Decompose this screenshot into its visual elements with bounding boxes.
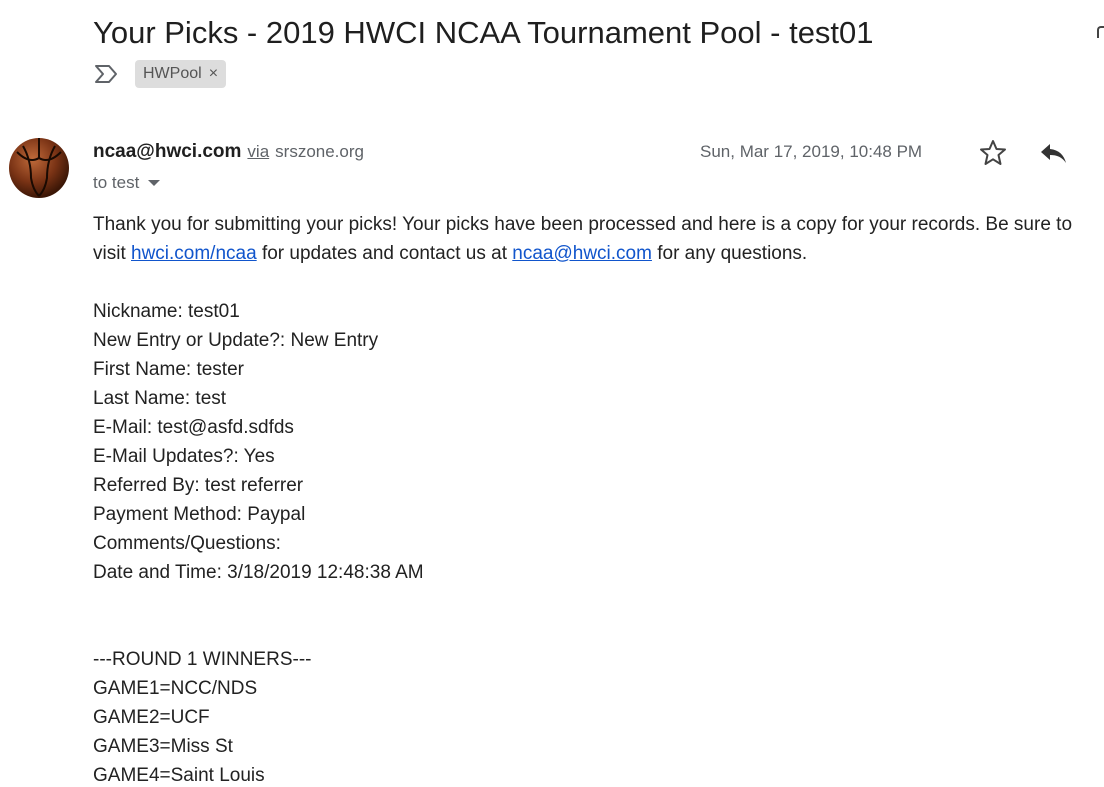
site-link[interactable]: hwci.com/ncaa	[131, 243, 257, 264]
game-pick: GAME3=Miss St	[93, 736, 233, 757]
email-body: Thank you for submitting your picks! You…	[93, 210, 1104, 787]
close-icon[interactable]: ×	[209, 65, 218, 83]
via-domain: srszone.org	[275, 142, 364, 161]
print-icon[interactable]	[1097, 26, 1104, 38]
field-entry-type: New Entry or Update?: New Entry	[93, 330, 379, 351]
sender-email[interactable]: ncaa@hwci.com	[93, 141, 241, 163]
label-chip-text: HWPool	[143, 65, 202, 82]
blank-lines	[93, 587, 1104, 645]
game-pick: GAME4=Saint Louis	[93, 765, 265, 786]
chevron-down-icon[interactable]	[148, 180, 161, 186]
game-pick: GAME2=UCF	[93, 707, 210, 728]
recipient-text: to test	[93, 173, 140, 192]
email-view: Your Picks - 2019 HWCI NCAA Tournament P…	[0, 0, 1104, 787]
field-email-updates: E-Mail Updates?: Yes	[93, 446, 275, 467]
field-comments: Comments/Questions:	[93, 533, 281, 554]
intro-paragraph: Thank you for submitting your picks! You…	[93, 210, 1104, 268]
sender-line: ncaa@hwci.com via srszone.org	[93, 141, 364, 165]
intro-text-2: for updates and contact us at	[256, 243, 513, 264]
recipient-line: to test	[93, 172, 161, 194]
basketball-avatar	[9, 138, 69, 198]
contact-email-link[interactable]: ncaa@hwci.com	[512, 243, 652, 264]
star-outline-icon[interactable]	[978, 138, 1008, 168]
email-subject: Your Picks - 2019 HWCI NCAA Tournament P…	[93, 15, 874, 50]
field-first-name: First Name: tester	[93, 359, 244, 380]
label-chip-hwpool[interactable]: HWPool ×	[135, 60, 227, 88]
field-referred-by: Referred By: test referrer	[93, 475, 304, 496]
game-pick: GAME1=NCC/NDS	[93, 678, 258, 699]
field-nickname: Nickname: test01	[93, 301, 240, 322]
email-timestamp: Sun, Mar 17, 2019, 10:48 PM	[700, 142, 923, 161]
field-payment-method: Payment Method: Paypal	[93, 504, 306, 525]
field-date-time: Date and Time: 3/18/2019 12:48:38 AM	[93, 562, 424, 583]
reply-arrow-icon[interactable]	[1038, 138, 1068, 168]
intro-text-3: for any questions.	[651, 243, 808, 264]
label-row: HWPool ×	[93, 60, 227, 88]
round-heading: ---ROUND 1 WINNERS---	[93, 649, 312, 670]
field-last-name: Last Name: test	[93, 388, 227, 409]
via-link[interactable]: via	[247, 142, 269, 162]
important-marker-icon[interactable]	[93, 64, 119, 84]
field-email: E-Mail: test@asfd.sdfds	[93, 417, 294, 438]
